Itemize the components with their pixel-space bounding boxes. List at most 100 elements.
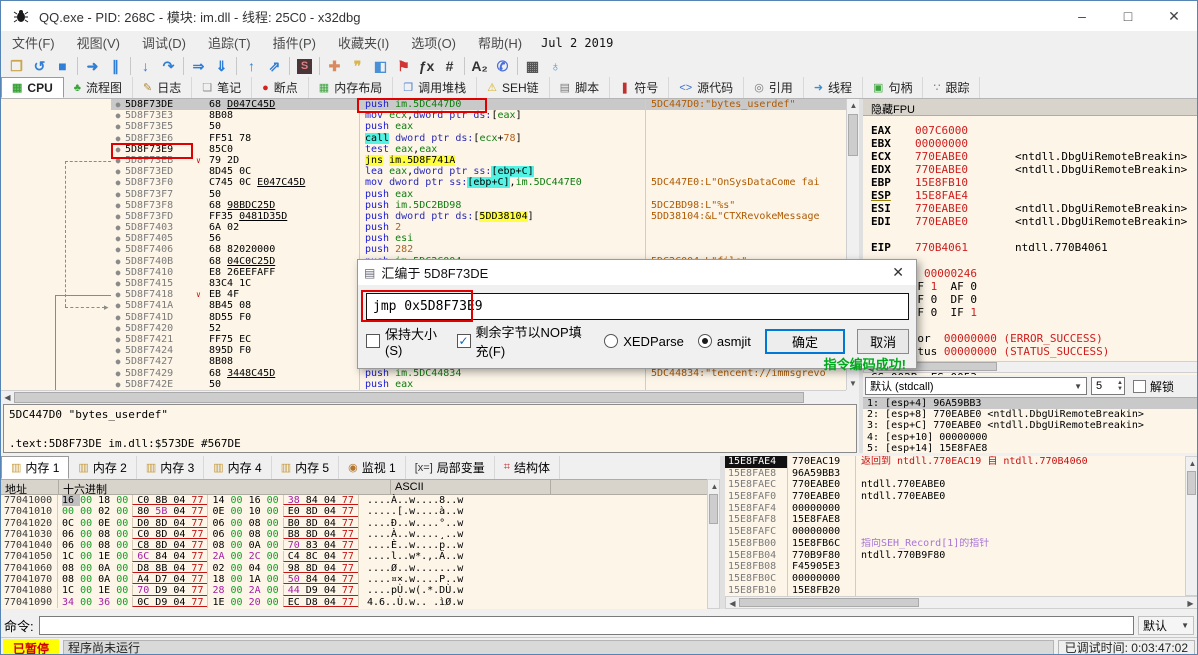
stack-vscrollbar[interactable]: ▲ [1185, 456, 1197, 596]
command-input[interactable] [38, 615, 1134, 635]
stack-row[interactable]: 15E8FAFC 00000000 [725, 526, 1185, 538]
disasm-row[interactable]: ● 5D8F73E5 50 push eax [1, 121, 846, 133]
scroll-right-arrow[interactable]: ▶ [1184, 597, 1197, 610]
dump-vscrollbar[interactable]: ▲ [707, 479, 720, 609]
run-to-user-code-icon[interactable]: ↑ [240, 55, 263, 77]
breakpoint-dot[interactable]: ● [111, 222, 125, 233]
internet-icon[interactable]: ♁ [544, 55, 567, 77]
scroll-thumb[interactable] [1187, 471, 1196, 495]
argument-row[interactable]: 4: [esp+10] 00000000 [863, 432, 1197, 443]
register-row[interactable]: EBP 15E8FB10 [871, 176, 1197, 189]
argument-row[interactable]: 5: [esp+14] 15E8FAE8 [863, 443, 1197, 454]
tab-graph[interactable]: ♣ 流程图 [63, 77, 133, 98]
hash-icon[interactable]: # [438, 55, 461, 77]
stack-row[interactable]: 15E8FAF4 00000000 [725, 502, 1185, 515]
menu-追踪(T)[interactable]: 追踪(T) [197, 33, 262, 52]
stack-row[interactable]: 15E8FAF0 770EABE0 ntdll.770EABE0 [725, 491, 1185, 503]
flags-row[interactable] [871, 319, 1197, 332]
argument-row[interactable]: 3: [esp+C] 770EABE0 <ntdll.DbgUiRemoteBr… [863, 420, 1197, 431]
tab-dump-3[interactable]: ▥ 内存 3 [137, 456, 205, 479]
breakpoint-dot[interactable]: ● [111, 166, 125, 177]
menu-帮助(H)[interactable]: 帮助(H) [467, 33, 533, 52]
disasm-row[interactable]: ● 5D8F73FD FF35 0481D35D push dword ptr ds:… [1, 210, 846, 223]
tab-trace[interactable]: ∵ 跟踪 [923, 77, 981, 98]
tab-handles[interactable]: ▣ 句柄 [863, 77, 924, 98]
breakpoint-dot[interactable]: ● [111, 110, 125, 121]
execute-till-return-icon[interactable]: ⇒ [187, 55, 210, 77]
scroll-up-arrow[interactable]: ▲ [1186, 457, 1197, 470]
patch-icon[interactable]: ✚ [323, 55, 346, 77]
stack-row[interactable]: 15E8FB00 15E8FB6C 指向SEH_Record[1]的指针 [725, 537, 1185, 550]
tab-watch-1[interactable]: ◉ 监视 1 [339, 456, 406, 479]
scroll-thumb[interactable] [709, 494, 718, 524]
disassembly-hscrollbar[interactable]: ◀ [1, 390, 846, 403]
calling-convention-select[interactable]: 默认 (stdcall) ▼ [865, 377, 1087, 395]
dump-row[interactable]: 77041020 0C 00 0E 00 D0 8D 04 77 06 00 08 0… [1, 517, 707, 529]
stack-hscrollbar[interactable]: ◀ ▶ [725, 596, 1197, 610]
cancel-button[interactable]: 取消 [857, 328, 909, 354]
ok-button[interactable]: 确定 [764, 328, 846, 354]
breakpoint-dot[interactable]: ● [111, 177, 125, 188]
disasm-row[interactable]: ● 5D8F73F0 C745 0C E047C45D mov dword ptr s… [1, 177, 846, 189]
calculator-icon[interactable]: ▦ [521, 55, 544, 77]
scroll-thumb[interactable] [739, 598, 919, 607]
disasm-row[interactable]: ● 5D8F742E 50 push eax [1, 378, 846, 390]
breakpoint-dot[interactable]: ● [111, 345, 125, 356]
breakpoint-dot[interactable]: ● [111, 289, 125, 300]
breakpoint-dot[interactable]: ● [111, 379, 125, 390]
tab-cpu[interactable]: ▦ CPU [1, 77, 64, 98]
dialog-close-icon[interactable]: ✕ [886, 264, 910, 281]
nop-fill-checkbox[interactable]: ✓ [456, 334, 471, 348]
tab-seh[interactable]: ⚠ SEH链 [477, 77, 550, 98]
asmjit-radio[interactable] [697, 334, 712, 348]
hide-fpu-button[interactable]: 隐藏FPU [863, 99, 1197, 116]
tab-dump-4[interactable]: ▥ 内存 4 [204, 456, 272, 479]
register-row[interactable]: ECX 770EABE0 <ntdll.DbgUiRemoteBreakin> [871, 150, 1197, 163]
arg-count-stepper[interactable]: 5 ▲ ▼ [1091, 377, 1125, 395]
tab-notes[interactable]: ❏ 笔记 [192, 77, 253, 98]
stack-row[interactable]: 15E8FB10 15E8FB20 [725, 584, 1185, 596]
comment-icon[interactable]: ❞ [346, 55, 369, 77]
breakpoint-dot[interactable]: ● [111, 300, 125, 311]
argument-row[interactable]: 1: [esp+4] 96A59BB3 [863, 398, 1197, 410]
function-icon[interactable]: ƒx [415, 55, 438, 77]
tab-dump-1[interactable]: ▥ 内存 1 [1, 456, 70, 479]
dump-row[interactable]: 77041080 1C 00 1E 00 70 D9 04 77 28 00 2A 0… [1, 585, 707, 597]
breakpoint-dot[interactable]: ● [111, 244, 125, 255]
tab-log[interactable]: ✎ 日志 [132, 77, 193, 98]
register-row[interactable]: ESP 15E8FAE4 [871, 189, 1197, 202]
tab-call-stack[interactable]: ❐ 调用堆栈 [393, 77, 478, 98]
label-icon[interactable]: ◧ [369, 55, 392, 77]
register-row[interactable]: EBX 00000000 [871, 137, 1197, 150]
menu-插件(P)[interactable]: 插件(P) [262, 33, 327, 52]
flags-row[interactable]: EFLAGS 00000246 [871, 267, 1197, 280]
xedparse-radio[interactable] [604, 334, 619, 348]
menu-收藏夹(I)[interactable]: 收藏夹(I) [327, 33, 400, 52]
run-icon[interactable]: ➜ [81, 55, 104, 77]
breakpoint-dot[interactable]: ● [111, 278, 125, 289]
breakpoint-dot[interactable]: ● [111, 368, 125, 379]
menu-文件(F)[interactable]: 文件(F) [1, 33, 66, 52]
dump-row[interactable]: 77041090 34 00 36 00 0C D9 04 77 1E 00 20 0… [1, 596, 707, 608]
flags-row[interactable]: ZF 1 PF 1 AF 0 [871, 280, 1197, 293]
breakpoint-dot[interactable]: ● [111, 312, 125, 323]
memory-dump-pane[interactable]: 77041000 16 00 18 00 C0 8B 04 77 14 00 16 0… [1, 495, 707, 609]
tab-struct[interactable]: ⌗ 结构体 [495, 456, 561, 479]
unlock-checkbox[interactable] [1133, 379, 1146, 393]
disasm-row[interactable]: ● 5D8F7405 56 push esi [1, 233, 846, 245]
maximize-button[interactable]: □ [1105, 1, 1151, 31]
scroll-thumb[interactable] [14, 392, 804, 403]
stop-debug-icon[interactable]: ■ [51, 55, 74, 77]
dump-row[interactable]: 77041040 06 00 08 00 C8 8D 04 77 08 00 0A 0… [1, 540, 707, 552]
scylla-icon[interactable]: S [293, 55, 316, 77]
stack-row[interactable]: 15E8FAEC 770EABE0 ntdll.770EABE0 [725, 479, 1185, 492]
disasm-row[interactable]: ● 5D8F7429 68 3448C45D push im.5DC44834 5DC4… [1, 367, 846, 379]
breakpoint-dot[interactable]: ● [111, 99, 125, 111]
argument-row[interactable]: 2: [esp+8] 770EABE0 <ntdll.DbgUiRemoteBr… [863, 409, 1197, 420]
breakpoint-dot[interactable]: ● [111, 211, 125, 222]
open-file-icon[interactable]: ❒ [5, 55, 28, 77]
stepper-arrows-icon[interactable]: ▲ ▼ [1117, 380, 1124, 392]
tab-dump-2[interactable]: ▥ 内存 2 [69, 456, 137, 479]
breakpoint-dot[interactable]: ● [111, 356, 125, 367]
disasm-row[interactable]: ● 5D8F73F7 50 push eax [1, 188, 846, 200]
